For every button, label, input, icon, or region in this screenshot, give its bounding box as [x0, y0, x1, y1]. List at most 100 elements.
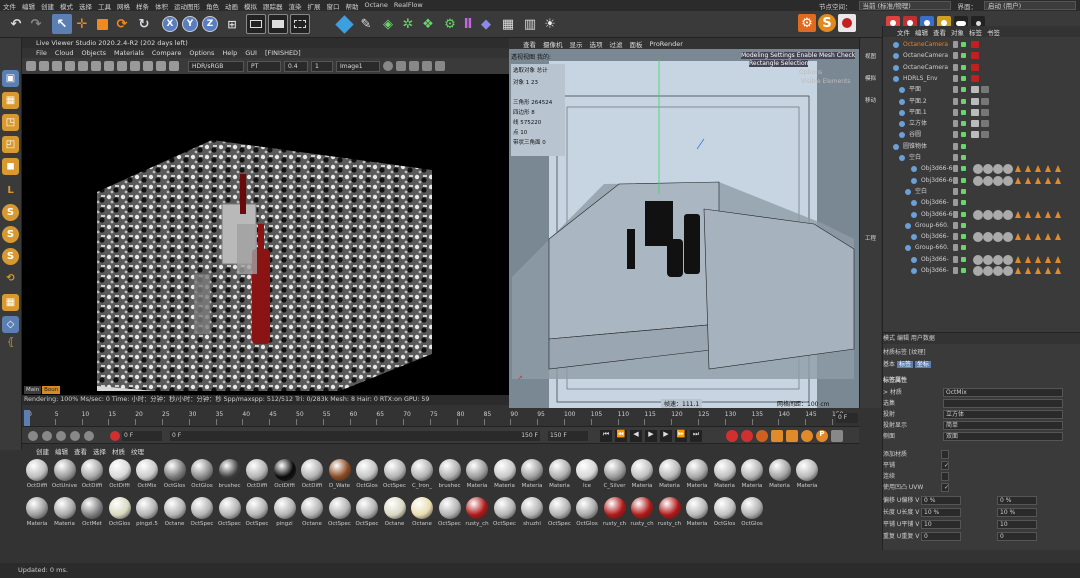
menu-item[interactable]: 运动图形 — [171, 1, 203, 11]
playhead[interactable] — [24, 410, 30, 426]
floor-icon[interactable]: ◆ — [476, 14, 496, 34]
triangle-tag-icon[interactable] — [1015, 210, 1021, 218]
rotate-icon[interactable]: ⟳ — [112, 14, 132, 34]
object-row[interactable]: 立方体 — [883, 118, 1080, 129]
texture-tag-icon[interactable] — [971, 120, 979, 128]
octane-settings-icon[interactable]: ⚙ — [798, 14, 816, 32]
attr-menu-mode[interactable]: 模式 — [883, 335, 895, 342]
axis-mode-icon[interactable]: L — [2, 182, 19, 199]
material-tag-icon[interactable] — [1003, 209, 1013, 220]
attribute-checkbox[interactable]: ✓ — [941, 461, 949, 470]
scale-icon[interactable] — [92, 14, 112, 34]
check-icon[interactable] — [961, 98, 966, 104]
grid-icon[interactable]: ▥ — [520, 14, 540, 34]
material-tag-icon[interactable] — [973, 175, 983, 186]
object-row[interactable]: Obj3d66-6€ — [883, 209, 1080, 220]
viewport-menu-item[interactable]: 查看 — [523, 39, 536, 49]
compare-icon[interactable] — [169, 61, 179, 71]
attribute-checkbox[interactable]: ✓ — [941, 483, 949, 492]
check-icon[interactable] — [961, 245, 966, 251]
attribute-field-value[interactable]: 双面 — [943, 432, 1063, 441]
texture-tag-icon[interactable] — [981, 131, 989, 139]
recent-tool-icon[interactable]: ↻ — [134, 14, 154, 34]
object-row[interactable]: Obj3d66- — [883, 231, 1080, 243]
object-row[interactable]: Obj3d66-6€ — [883, 163, 1080, 175]
object-row[interactable]: Obj3d66- — [883, 254, 1080, 265]
side-view-button[interactable]: 视图 — [862, 52, 879, 60]
node-space-dropdown[interactable]: 当前 (标准/物理) — [858, 1, 951, 10]
menu-item[interactable]: 渲染 — [286, 1, 305, 11]
x-axis-icon[interactable]: X — [160, 14, 180, 34]
lock-icon[interactable]: ⦃ — [2, 334, 19, 351]
render-view-icon[interactable] — [268, 14, 288, 34]
lv-menu-item[interactable]: GUI — [245, 48, 257, 58]
key3-icon[interactable] — [56, 431, 66, 441]
next-frame-icon[interactable]: ▶ — [660, 430, 672, 442]
menu-item[interactable]: 跟踪器 — [260, 1, 286, 11]
tab-coords[interactable]: 坐标 — [914, 361, 931, 368]
key2-icon[interactable] — [42, 431, 52, 441]
visibility-icon[interactable] — [953, 142, 958, 150]
object-row[interactable]: Group-660. — [883, 242, 1080, 253]
om-menu-item[interactable]: 标签 — [969, 27, 982, 37]
material-swatch[interactable]: Materia — [739, 458, 765, 492]
camera-tag-icon[interactable] — [971, 52, 979, 60]
material-swatch[interactable]: C_Iron_ — [409, 458, 435, 492]
visibility-icon[interactable] — [953, 108, 958, 116]
material-swatch[interactable]: Octane — [162, 496, 188, 530]
material-swatch[interactable]: pingzi — [272, 496, 298, 530]
deformer-icon[interactable]: Ⅱ — [458, 14, 478, 34]
side-sim-button[interactable]: 模拟 — [862, 74, 879, 82]
material-swatch[interactable]: Materia — [794, 458, 820, 492]
viewport-menu-item[interactable]: 选项 — [590, 39, 603, 49]
material-swatch[interactable]: Octane — [382, 496, 408, 530]
material-swatch[interactable]: OctSpec — [217, 496, 243, 530]
material-tag-icon[interactable] — [993, 232, 1003, 243]
material-swatch[interactable]: Ice — [574, 458, 600, 492]
points-mode-icon[interactable]: ◳ — [2, 114, 19, 131]
attribute-field-value[interactable]: 立方体 — [943, 410, 1063, 419]
check-icon[interactable] — [961, 222, 966, 228]
lv-menu-item[interactable]: Compare — [152, 48, 182, 58]
attribute-pair-value-b[interactable]: 10 % — [997, 508, 1037, 517]
clay-icon[interactable] — [104, 61, 114, 71]
lv-menu-item[interactable]: [FINISHED] — [265, 48, 301, 58]
focus-icon[interactable] — [65, 61, 75, 71]
visibility-icon[interactable] — [953, 120, 958, 128]
material-swatch[interactable]: OctMix — [134, 458, 160, 492]
material-swatch[interactable]: OctGlos — [189, 458, 215, 492]
lv-menu-item[interactable]: Cloud — [55, 48, 74, 58]
material-tag-icon[interactable] — [993, 266, 1003, 276]
material-tag-icon[interactable] — [1003, 175, 1013, 186]
bend-icon[interactable]: ⚙ — [440, 14, 460, 34]
check-icon[interactable] — [961, 211, 966, 217]
material-swatch[interactable]: Materia — [547, 458, 573, 492]
attribute-checkbox[interactable] — [941, 450, 949, 459]
material-swatch[interactable]: OctDiffi — [107, 458, 133, 492]
material-swatch[interactable]: OctGlos — [354, 458, 380, 492]
visibility-icon[interactable] — [953, 244, 958, 252]
record-icon-2[interactable] — [741, 430, 753, 442]
om-menu-item[interactable]: 对象 — [951, 27, 964, 37]
object-row[interactable]: Obj3d66-6€ — [883, 175, 1080, 186]
redo-icon[interactable]: ↷ — [26, 14, 46, 34]
check-icon[interactable] — [961, 42, 966, 47]
triangle-tag-icon[interactable] — [1045, 267, 1051, 274]
om-menu-item[interactable]: 编辑 — [915, 27, 928, 37]
image-mode-select[interactable]: Image1 — [336, 60, 380, 72]
visibility-icon[interactable] — [953, 199, 958, 207]
save-image-icon[interactable] — [396, 61, 406, 71]
attribute-pair-value-a[interactable]: 10 % — [921, 508, 961, 517]
material-swatch[interactable]: rusty_ch — [629, 496, 655, 530]
visibility-icon[interactable] — [953, 97, 958, 105]
material-menu-item[interactable]: 编辑 — [55, 446, 68, 456]
material-swatch[interactable]: OctDiffi — [79, 458, 105, 492]
triangle-tag-icon[interactable] — [1035, 267, 1041, 274]
autokey-icon[interactable] — [726, 430, 738, 442]
light-icon[interactable]: ☀ — [540, 14, 560, 34]
material-swatch[interactable]: OctDiffi — [24, 458, 50, 492]
edges-mode-icon[interactable]: ◰ — [2, 136, 19, 153]
check-icon[interactable] — [961, 200, 966, 206]
triangle-tag-icon[interactable] — [1045, 165, 1051, 173]
material-tag-icon[interactable] — [1003, 254, 1013, 265]
